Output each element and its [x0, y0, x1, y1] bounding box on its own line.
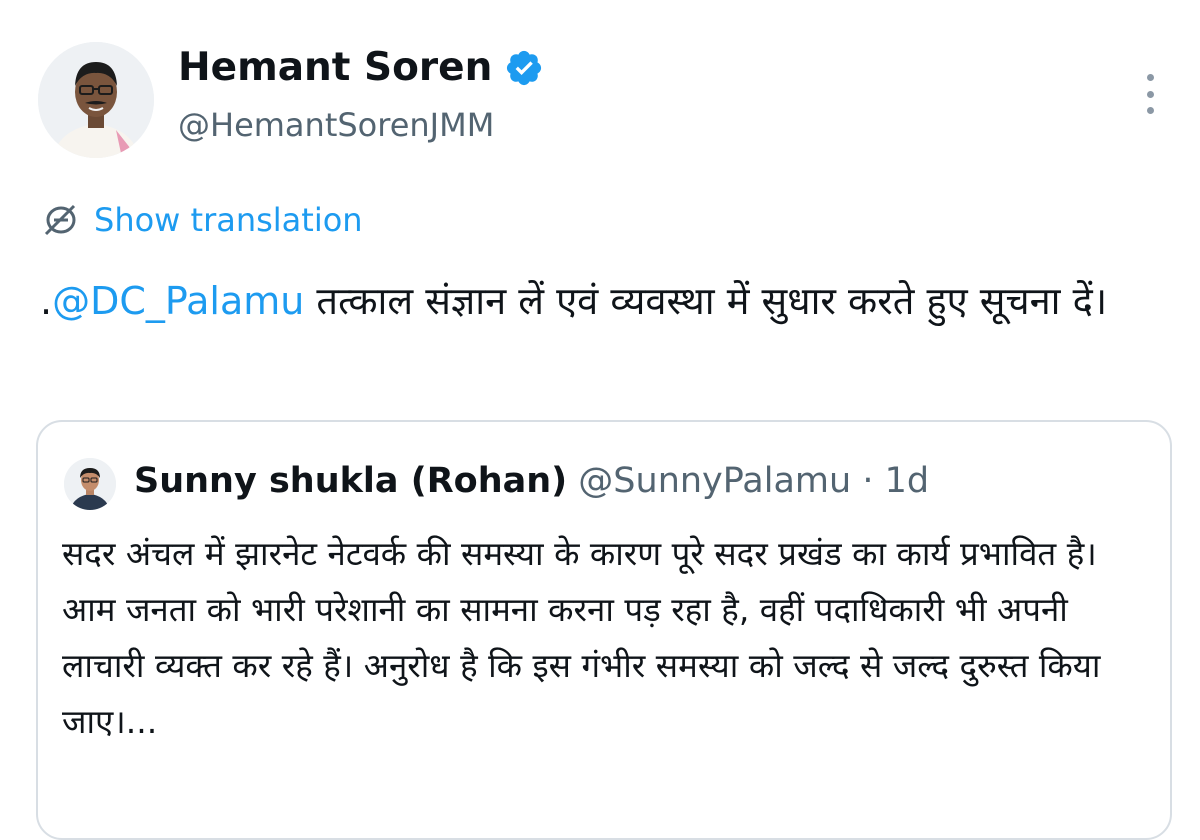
quoted-tweet-card[interactable]: Sunny shukla (Rohan) @SunnyPalamu · 1d स… — [36, 420, 1172, 840]
quoted-author-handle[interactable]: @SunnyPalamu — [578, 461, 851, 501]
author-display-name[interactable]: Hemant Soren — [178, 44, 544, 92]
more-vertical-icon-dot — [1146, 107, 1154, 114]
author-avatar[interactable] — [38, 42, 154, 158]
tweet-body: तत्काल संज्ञान लें एवं व्यवस्था में सुधा… — [304, 279, 1108, 323]
mention-link[interactable]: @DC_Palamu — [52, 279, 304, 323]
show-translation-link[interactable]: Show translation — [40, 200, 363, 240]
profile-photo — [38, 42, 154, 158]
tweet-text: .@DC_Palamu तत्काल संज्ञान लें एवं व्यवस… — [40, 272, 1130, 330]
quoted-timestamp[interactable]: 1d — [885, 461, 930, 501]
author-handle[interactable]: @HemantSorenJMM — [178, 104, 494, 146]
quoted-author-name[interactable]: Sunny shukla (Rohan) — [134, 461, 567, 501]
profile-photo — [64, 458, 116, 510]
quoted-tweet-text: सदर अंचल में झारनेट नेटवर्क की समस्या के… — [62, 534, 1101, 741]
more-vertical-icon-dot — [1146, 74, 1154, 81]
more-options-button[interactable] — [1134, 74, 1166, 114]
more-vertical-icon-dot — [1146, 90, 1154, 98]
quoted-tweet-header: Sunny shukla (Rohan) @SunnyPalamu · 1d — [134, 456, 929, 506]
show-translation-label: Show translation — [94, 201, 363, 239]
quoted-author-avatar[interactable] — [64, 458, 116, 510]
tweet-prefix: . — [40, 279, 53, 323]
translate-icon — [44, 204, 76, 236]
author-name-text: Hemant Soren — [178, 45, 493, 90]
verified-badge-icon — [507, 50, 542, 86]
quoted-separator: · — [851, 461, 885, 501]
